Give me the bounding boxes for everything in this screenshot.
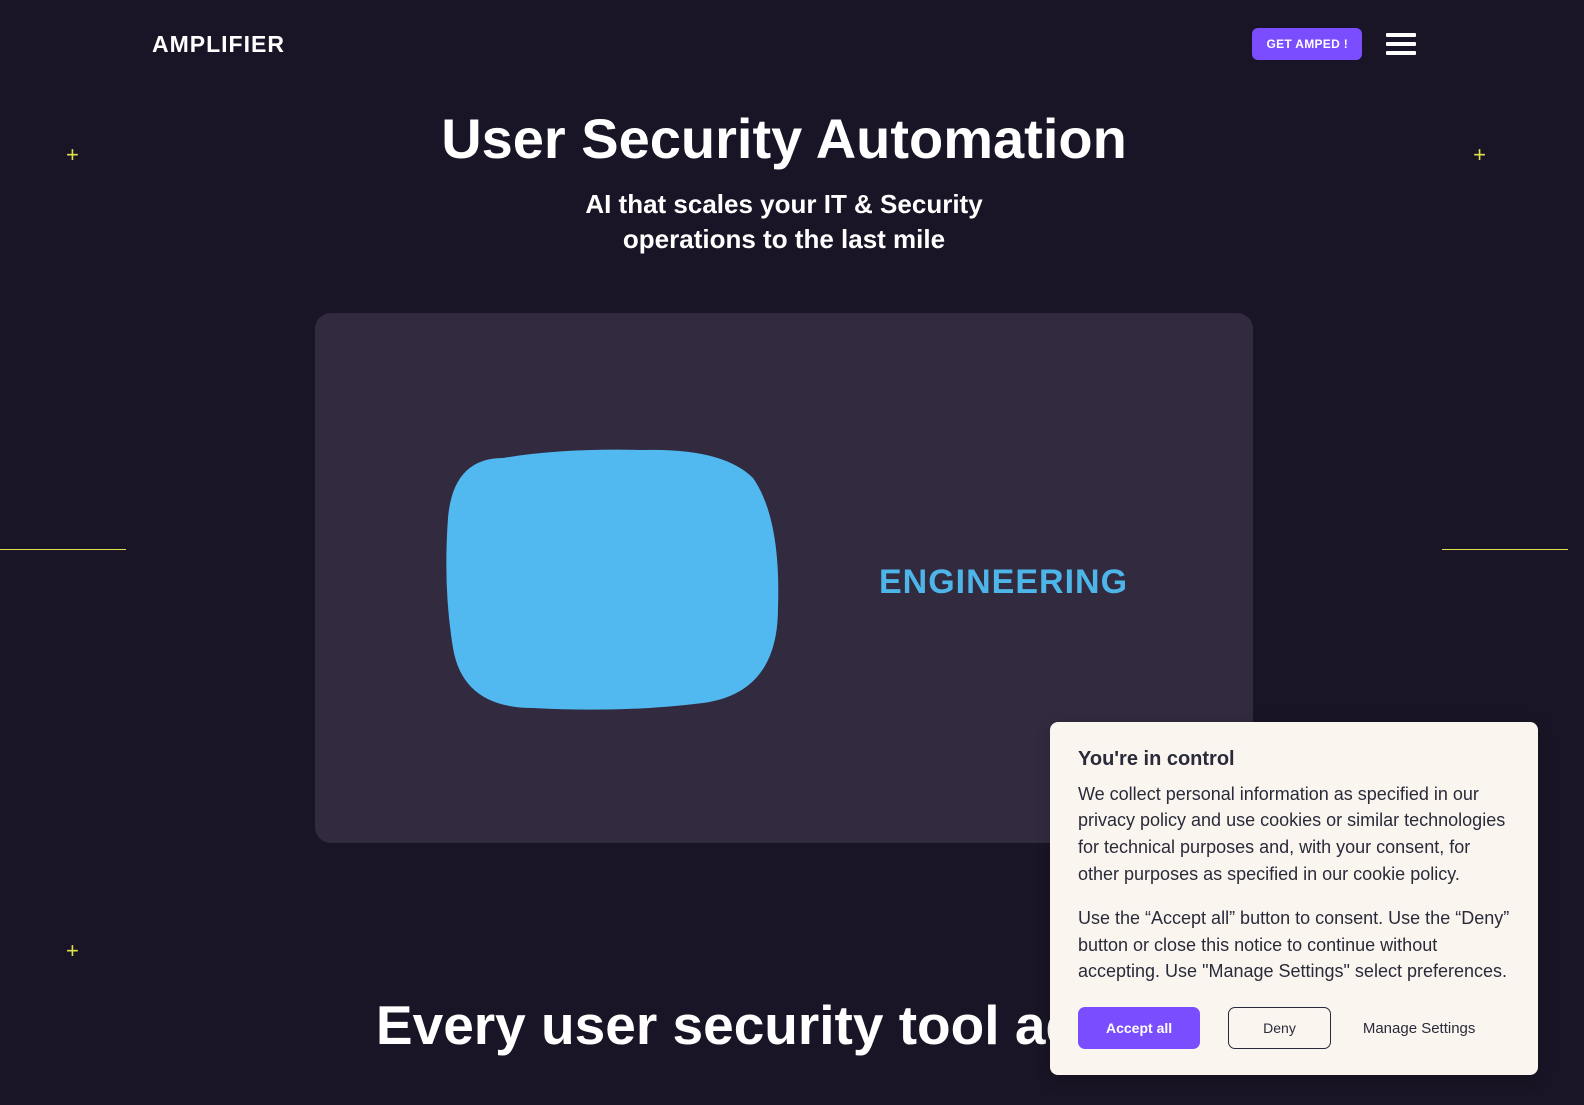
hamburger-menu-icon[interactable] (1386, 33, 1416, 55)
hero-subtitle: AI that scales your IT & Security operat… (0, 187, 1568, 257)
decorative-plus-icon: + (1473, 142, 1486, 168)
cookie-buttons: Accept all Deny Manage Settings (1078, 1007, 1510, 1049)
decorative-plus-icon: + (66, 142, 79, 168)
header-right: GET AMPED ! (1252, 28, 1416, 60)
decorative-plus-icon: + (66, 938, 79, 964)
deny-button[interactable]: Deny (1228, 1007, 1331, 1049)
header: AMPLIFIER GET AMPED ! (0, 0, 1568, 88)
decorative-line (1442, 549, 1568, 550)
cookie-consent-dialog: You're in control We collect personal in… (1050, 722, 1538, 1075)
manage-settings-link[interactable]: Manage Settings (1363, 1020, 1476, 1037)
cookie-paragraph: We collect personal information as speci… (1078, 781, 1510, 888)
get-amped-button[interactable]: GET AMPED ! (1252, 28, 1362, 60)
hero-subtitle-line: operations to the last mile (0, 222, 1568, 257)
cookie-paragraph: Use the “Accept all” button to consent. … (1078, 905, 1510, 985)
decorative-line (0, 549, 126, 550)
logo[interactable]: AMPLIFIER (152, 31, 285, 58)
cookie-title: You're in control (1078, 748, 1510, 771)
hero-subtitle-line: AI that scales your IT & Security (0, 187, 1568, 222)
accept-all-button[interactable]: Accept all (1078, 1007, 1200, 1049)
panel-label: ENGINEERING (879, 563, 1128, 602)
hero-title: User Security Automation (0, 106, 1568, 171)
blob-graphic (443, 448, 783, 713)
